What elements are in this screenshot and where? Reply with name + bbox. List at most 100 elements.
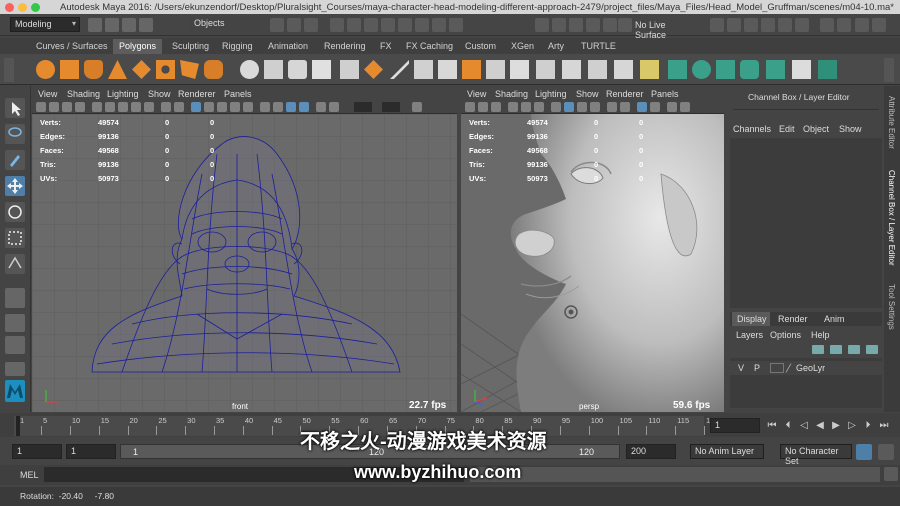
shelf-tab-fx-caching[interactable]: FX Caching <box>400 39 459 54</box>
shelf-scroll-icon[interactable] <box>884 58 894 82</box>
menu-renderer[interactable]: Renderer <box>178 89 216 99</box>
merge-icon[interactable] <box>486 60 505 79</box>
render-frame-icon[interactable] <box>727 18 741 32</box>
move-layer-up-icon[interactable] <box>848 345 860 354</box>
offset-edge-loop-icon[interactable] <box>562 60 581 79</box>
persp-smooth-shade-icon[interactable] <box>564 102 574 112</box>
select-component-icon[interactable] <box>304 18 318 32</box>
toggle-attribute-editor-icon[interactable] <box>855 18 869 32</box>
ipr-render-icon[interactable] <box>744 18 758 32</box>
two-panes-layout-icon[interactable] <box>5 336 25 354</box>
shelf-tab-fx[interactable]: FX <box>374 39 398 54</box>
persp-menu-renderer[interactable]: Renderer <box>606 89 644 99</box>
history-icon[interactable] <box>710 18 724 32</box>
shadows-icon[interactable] <box>260 102 270 112</box>
four-view-layout-icon[interactable] <box>5 314 25 332</box>
character-set-dropdown[interactable]: No Character Set <box>780 444 852 466</box>
persp-menu-shading[interactable]: Shading <box>495 89 528 99</box>
mask-uv-icon[interactable] <box>415 18 429 32</box>
undo-icon[interactable] <box>122 18 136 32</box>
use-lights-icon[interactable] <box>243 102 253 112</box>
anim-layer-dropdown[interactable]: No Anim Layer <box>690 444 764 459</box>
close-window-button[interactable] <box>5 2 14 12</box>
menu-show[interactable]: Show <box>148 89 171 99</box>
step-forward-key-icon[interactable]: ▷ <box>846 420 858 432</box>
checker-icon[interactable] <box>792 60 811 79</box>
persp-viewport[interactable]: Verts: 49574 0 0 Edges: 99136 0 0 Faces:… <box>461 114 724 412</box>
minimize-window-button[interactable] <box>18 2 27 12</box>
bevel-icon[interactable] <box>414 60 433 79</box>
triangulate-icon[interactable] <box>588 60 607 79</box>
combine-icon[interactable] <box>240 60 259 79</box>
persp-film-gate-icon[interactable] <box>521 102 531 112</box>
persp-shadows-icon[interactable] <box>620 102 630 112</box>
step-back-key-icon[interactable]: ◁ <box>798 420 810 432</box>
safe-title-icon[interactable] <box>174 102 184 112</box>
mask-misc-icon[interactable] <box>432 18 446 32</box>
insert-edge-loop-icon[interactable] <box>536 60 555 79</box>
snap-surface-icon[interactable] <box>603 18 617 32</box>
shelf-tab-rigging[interactable]: Rigging <box>216 39 259 54</box>
persp-menu-view[interactable]: View <box>467 89 486 99</box>
poly-pipe-icon[interactable] <box>204 60 223 79</box>
mirror-icon[interactable] <box>340 60 359 79</box>
menu-shading[interactable]: Shading <box>67 89 100 99</box>
persp-xray-joints-icon[interactable] <box>667 102 677 112</box>
command-language-label[interactable]: MEL <box>20 470 39 480</box>
current-time-marker[interactable] <box>16 416 20 436</box>
persp-menu-show[interactable]: Show <box>576 89 599 99</box>
cylindrical-mapping-icon[interactable] <box>692 60 711 79</box>
poly-cylinder-icon[interactable] <box>84 60 103 79</box>
step-back-frame-icon[interactable]: ⏴ <box>782 420 794 432</box>
snap-view-icon[interactable] <box>586 18 600 32</box>
shelf-tab-curves-surfaces[interactable]: Curves / Surfaces <box>30 39 114 54</box>
resolution-gate-icon[interactable] <box>118 102 128 112</box>
boolean-icon[interactable] <box>312 60 331 79</box>
append-icon[interactable] <box>438 60 457 79</box>
shelf-tab-sculpting[interactable]: Sculpting <box>166 39 215 54</box>
persp-textured-icon[interactable] <box>590 102 600 112</box>
menu-layers[interactable]: Layers <box>736 330 763 340</box>
persp-camera-select-icon[interactable] <box>465 102 475 112</box>
hypershade-icon[interactable] <box>778 18 792 32</box>
animation-end-field[interactable]: 200 <box>626 444 676 459</box>
front-viewport[interactable]: Verts: 49574 0 0 Edges: 99136 0 0 Faces:… <box>32 114 457 412</box>
mask-icon[interactable] <box>330 18 344 32</box>
shelf-tab-polygons[interactable]: Polygons <box>113 39 163 54</box>
layer-tab-render[interactable]: Render <box>778 314 808 324</box>
wireframe-on-shaded-icon[interactable] <box>217 102 227 112</box>
select-tool-icon[interactable] <box>5 98 25 118</box>
scale-tool-icon[interactable] <box>5 228 25 248</box>
automatic-mapping-icon[interactable] <box>740 60 759 79</box>
menu-options[interactable]: Options <box>770 330 801 340</box>
menu-object[interactable]: Object <box>803 124 829 134</box>
camera-attributes-icon[interactable] <box>49 102 59 112</box>
persp-camera-attributes-icon[interactable] <box>478 102 488 112</box>
script-editor-icon[interactable] <box>884 467 898 481</box>
poly-torus-icon[interactable] <box>156 60 175 79</box>
snap-point-icon[interactable] <box>569 18 583 32</box>
poly-sphere-icon[interactable] <box>36 60 55 79</box>
save-icon[interactable] <box>105 18 119 32</box>
gamma-field[interactable] <box>382 102 400 112</box>
poly-cube-icon[interactable] <box>60 60 79 79</box>
shelf-tab-animation[interactable]: Animation <box>262 39 314 54</box>
zoom-window-button[interactable] <box>31 2 40 12</box>
rotate-tool-icon[interactable] <box>5 202 25 222</box>
image-plane-icon[interactable] <box>75 102 85 112</box>
menu-edit[interactable]: Edit <box>779 124 795 134</box>
color-management-icon[interactable] <box>412 102 422 112</box>
snap-curve-icon[interactable] <box>552 18 566 32</box>
textured-icon[interactable] <box>230 102 240 112</box>
live-surface-field[interactable]: No Live Surface <box>635 18 695 40</box>
go-to-start-icon[interactable]: ⏮ <box>766 420 778 432</box>
persp-resolution-gate-icon[interactable] <box>534 102 544 112</box>
lock-selection-icon[interactable] <box>449 18 463 32</box>
menu-lighting[interactable]: Lighting <box>107 89 139 99</box>
mask-vertex-icon[interactable] <box>364 18 378 32</box>
isolate-select-icon[interactable] <box>286 102 296 112</box>
persp-wireframe-icon[interactable] <box>551 102 561 112</box>
persp-menu-lighting[interactable]: Lighting <box>535 89 567 99</box>
play-backward-icon[interactable]: ◀ <box>814 420 826 432</box>
mask-face-icon[interactable] <box>398 18 412 32</box>
